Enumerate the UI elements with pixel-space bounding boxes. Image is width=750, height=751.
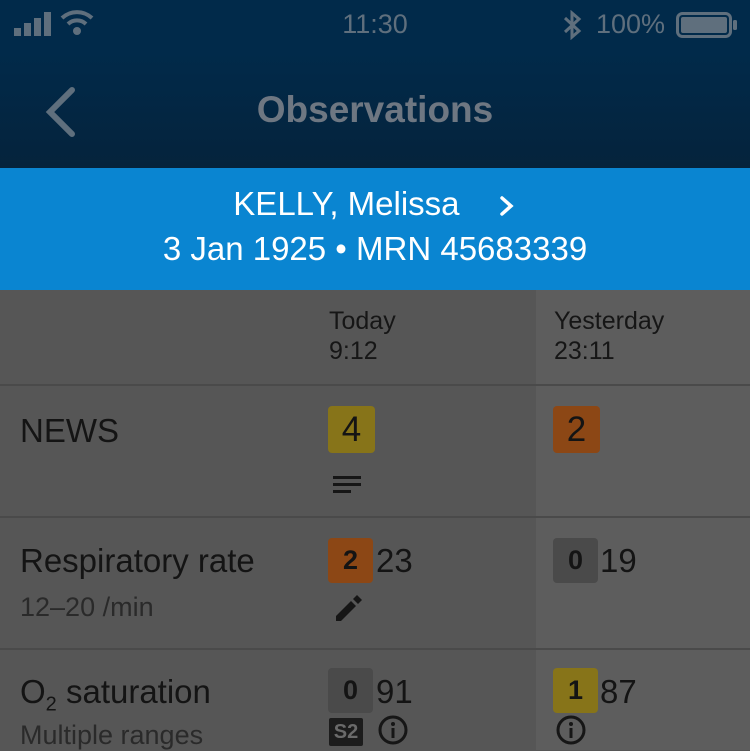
label-text: O: [20, 673, 46, 710]
column-time: 23:11: [554, 337, 615, 365]
score-badge: 0: [328, 668, 373, 713]
info-icon[interactable]: [377, 714, 409, 746]
observation-value: 23: [376, 542, 413, 579]
observation-value: 91: [376, 673, 413, 710]
info-icon[interactable]: [555, 714, 587, 746]
column-day: Yesterday: [554, 307, 665, 335]
score-badge: 4: [328, 406, 375, 453]
notes-icon[interactable]: [333, 474, 363, 496]
column-day: Today: [329, 307, 396, 335]
column-header-today: Today 9:12: [329, 306, 396, 366]
pencil-icon[interactable]: [332, 594, 362, 624]
status-bar: 11:30 100%: [0, 0, 750, 52]
bluetooth-icon: [563, 10, 582, 40]
row-label: Respiratory rate: [20, 542, 255, 579]
nav-bar: Observations: [0, 52, 750, 168]
battery-percent: 100%: [596, 9, 666, 39]
observations-table: Today 9:12 Yesterday 23:11 NEWS 4 2 Resp…: [0, 290, 750, 750]
patient-banner[interactable]: KELLY, Melissa 3 Jan 1925 • MRN 45683339: [0, 168, 750, 290]
score-badge: 1: [553, 668, 598, 713]
observation-value: 19: [600, 542, 637, 579]
divider: [0, 384, 750, 386]
label-subscript: 2: [45, 693, 57, 716]
page-title: Observations: [256, 89, 494, 130]
score-badge: 2: [553, 406, 600, 453]
row-label: NEWS: [20, 412, 119, 449]
patient-name-row: KELLY, Melissa: [0, 185, 750, 223]
chevron-right-icon: [499, 196, 514, 217]
score-badge: 0: [553, 538, 598, 583]
scale-badge: S2: [329, 718, 363, 746]
column-time: 9:12: [329, 337, 378, 365]
row-label: O2 saturation: [20, 673, 211, 717]
observation-value: 87: [600, 673, 637, 710]
divider: [0, 648, 750, 650]
patient-info: 3 Jan 1925 • MRN 45683339: [162, 230, 588, 267]
patient-name: KELLY, Melissa: [233, 185, 460, 222]
row-range: 12–20 /min: [20, 592, 154, 622]
score-badge: 2: [328, 538, 373, 583]
divider: [0, 516, 750, 518]
column-header-yesterday: Yesterday 23:11: [554, 306, 664, 366]
label-text: saturation: [56, 673, 211, 710]
row-range: Multiple ranges: [20, 720, 204, 750]
battery-icon: [676, 12, 737, 38]
